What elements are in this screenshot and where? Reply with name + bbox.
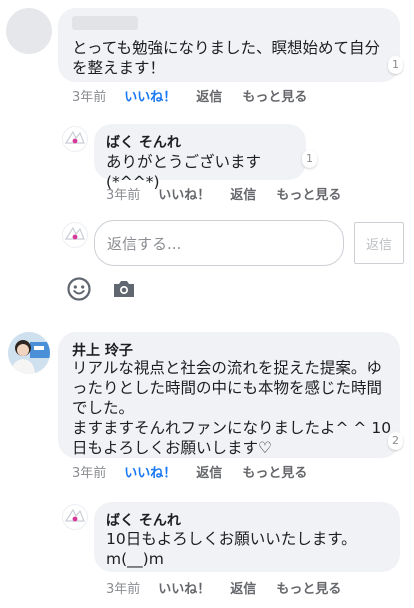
comment-text: リアルな視点と社会の流れを捉えた提案。ゆ ったりとした時間の中にも本物を感じた時… bbox=[72, 359, 392, 457]
reply-actions: 3年前 いいね！ 返信 もっと見る bbox=[106, 184, 341, 203]
author-name-redacted[interactable] bbox=[72, 16, 138, 30]
replier-avatar[interactable] bbox=[62, 126, 88, 152]
reaction-count[interactable]: 1 bbox=[388, 56, 403, 74]
comment-actions: 3年前 いいね！ 返信 もっと見る bbox=[72, 86, 307, 105]
more-link[interactable]: もっと見る bbox=[242, 86, 307, 105]
author-name[interactable]: ばく そんれ bbox=[106, 132, 181, 152]
commenter-avatar[interactable] bbox=[8, 332, 50, 374]
comment-text: とっても勉強になりました、瞑想始めて自分 を整えます！ bbox=[72, 39, 380, 77]
current-user-avatar bbox=[62, 222, 88, 248]
comment-bubble: 井上 玲子 リアルな視点と社会の流れを捉えた提案。ゆ ったりとした時間の中にも本… bbox=[58, 332, 400, 458]
like-link[interactable]: いいね！ bbox=[158, 184, 210, 203]
reply-link[interactable]: 返信 bbox=[196, 462, 222, 481]
timestamp[interactable]: 3年前 bbox=[72, 86, 106, 105]
reply-link[interactable]: 返信 bbox=[230, 184, 256, 203]
more-link[interactable]: もっと見る bbox=[242, 462, 307, 481]
author-name[interactable]: 井上 玲子 bbox=[72, 340, 133, 360]
reply-link[interactable]: 返信 bbox=[196, 86, 222, 105]
comment-actions: 3年前 いいね！ 返信 もっと見る bbox=[72, 462, 307, 481]
brand-logo-icon bbox=[64, 130, 85, 144]
timestamp[interactable]: 3年前 bbox=[106, 578, 140, 597]
timestamp[interactable]: 3年前 bbox=[72, 462, 106, 481]
reply-bubble: ばく そんれ 10日もよろしくお願いいたします。 m(__)m bbox=[94, 502, 400, 572]
reaction-count[interactable]: 2 bbox=[388, 432, 403, 450]
camera-icon[interactable] bbox=[112, 278, 136, 300]
like-link[interactable]: いいね！ bbox=[124, 86, 176, 105]
reply-submit-button[interactable]: 返信 bbox=[354, 222, 404, 264]
like-link[interactable]: いいね！ bbox=[124, 462, 176, 481]
like-link[interactable]: いいね！ bbox=[158, 578, 210, 597]
reply-text: 10日もよろしくお願いいたします。 m(__)m bbox=[106, 530, 357, 568]
profile-photo bbox=[8, 332, 50, 374]
comment-bubble: とっても勉強になりました、瞑想始めて自分 を整えます！ bbox=[58, 8, 400, 82]
reply-actions: 3年前 いいね！ 返信 もっと見る bbox=[106, 578, 341, 597]
brand-logo-icon bbox=[64, 226, 85, 240]
replier-avatar[interactable] bbox=[62, 504, 88, 530]
commenter-avatar[interactable] bbox=[6, 8, 52, 54]
reply-bubble: ばく そんれ ありがとうございます(*^^*) bbox=[94, 124, 306, 191]
reply-link[interactable]: 返信 bbox=[230, 578, 256, 597]
timestamp[interactable]: 3年前 bbox=[106, 184, 140, 203]
reaction-count[interactable]: 1 bbox=[302, 150, 317, 168]
smiley-icon[interactable] bbox=[66, 276, 92, 302]
reply-input[interactable]: 返信する... bbox=[94, 220, 344, 266]
more-link[interactable]: もっと見る bbox=[276, 578, 341, 597]
brand-logo-icon bbox=[64, 508, 85, 522]
more-link[interactable]: もっと見る bbox=[276, 184, 341, 203]
author-name[interactable]: ばく そんれ bbox=[106, 510, 181, 530]
